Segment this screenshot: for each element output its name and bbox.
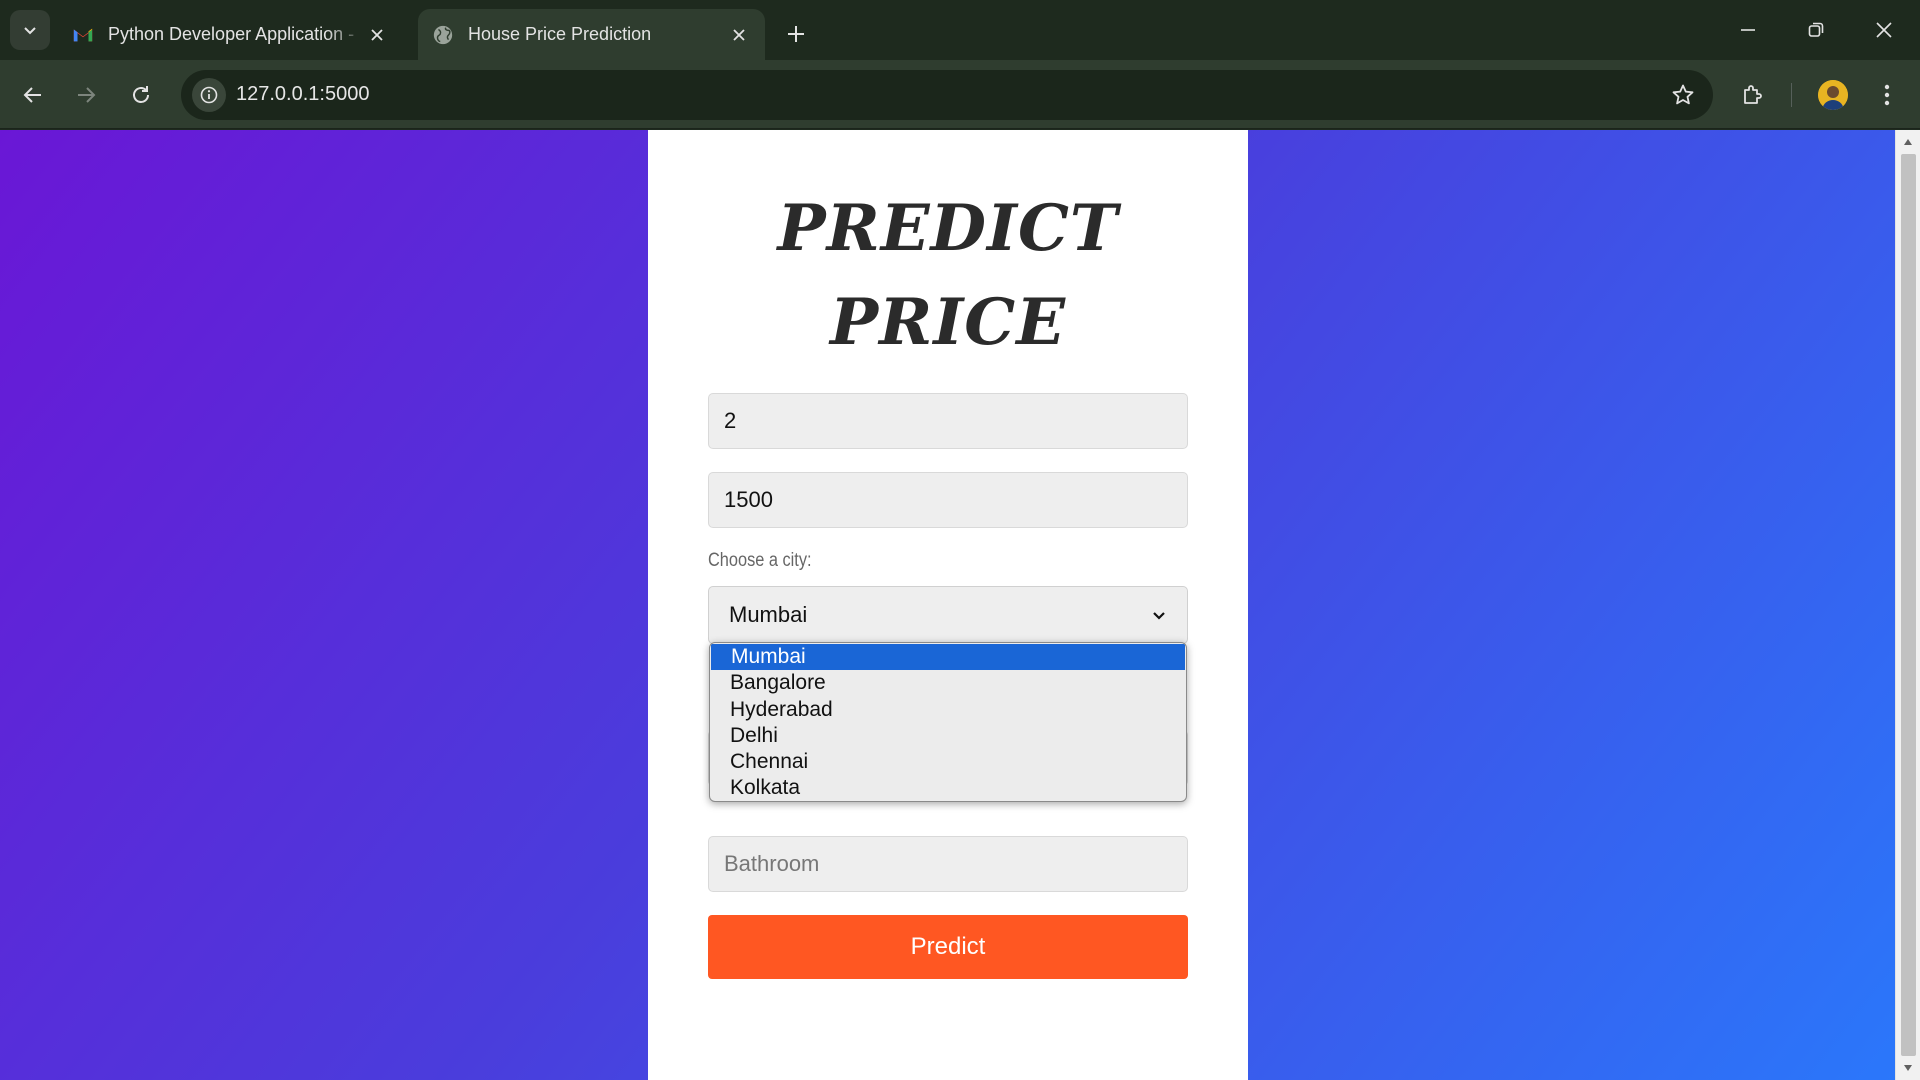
globe-icon — [433, 25, 453, 44]
forward-arrow-icon — [78, 87, 96, 103]
city-select-value: Mumbai — [729, 602, 808, 627]
new-tab-button[interactable] — [780, 18, 812, 50]
page-scrollbar[interactable] — [1895, 130, 1920, 1080]
minimize-icon — [1741, 29, 1755, 31]
city-option-bangalore[interactable]: Bangalore — [710, 670, 1186, 696]
address-bar[interactable]: 127.0.0.1:5000 — [181, 70, 1713, 120]
bhk-input[interactable]: 2 — [708, 393, 1188, 449]
reload-button[interactable] — [121, 75, 161, 115]
page-viewport: PREDICT PRICE 2 1500 Choose a city: Mumb… — [0, 130, 1920, 1080]
puzzle-icon — [1744, 85, 1762, 104]
forward-button[interactable] — [66, 75, 106, 115]
plus-icon — [788, 26, 804, 42]
bookmark-star-icon[interactable] — [1669, 81, 1697, 109]
reload-icon — [133, 86, 149, 103]
city-option-chennai[interactable]: Chennai — [710, 749, 1186, 775]
scroll-up-icon[interactable] — [1902, 136, 1914, 148]
city-option-kolkata[interactable]: Kolkata — [710, 775, 1186, 801]
tab-house-price[interactable]: House Price Prediction — [418, 9, 765, 60]
scroll-down-icon[interactable] — [1902, 1062, 1914, 1074]
minimize-button[interactable] — [1714, 0, 1782, 60]
restore-button[interactable] — [1782, 0, 1850, 60]
site-info-icon[interactable] — [192, 78, 226, 112]
profile-avatar[interactable] — [1818, 80, 1848, 110]
sqft-input[interactable]: 1500 — [708, 472, 1188, 528]
chevron-down-icon — [24, 27, 36, 35]
tab-title: House Price Prediction — [468, 24, 652, 44]
city-option-mumbai[interactable]: Mumbai — [711, 644, 1185, 671]
prediction-form-card: PREDICT PRICE 2 1500 Choose a city: Mumb… — [648, 130, 1248, 1080]
tab-title: Python Developer Application - — [108, 24, 355, 44]
browser-menu-button[interactable] — [1867, 75, 1907, 115]
close-window-button[interactable] — [1850, 0, 1918, 60]
restore-icon — [1808, 22, 1824, 37]
bathroom-input[interactable]: Bathroom — [708, 836, 1188, 892]
close-tab-icon[interactable] — [365, 23, 389, 47]
scrollbar-thumb[interactable] — [1901, 154, 1916, 1056]
chevron-down-icon — [1153, 612, 1165, 620]
kebab-menu-icon — [1884, 84, 1890, 106]
tab-gmail[interactable]: Python Developer Application - — [58, 9, 403, 60]
city-option-hyderabad[interactable]: Hyderabad — [710, 697, 1186, 723]
extensions-button[interactable] — [1733, 75, 1773, 115]
toolbar-separator — [1791, 83, 1792, 107]
city-option-delhi[interactable]: Delhi — [710, 723, 1186, 749]
browser-toolbar: 127.0.0.1:5000 — [0, 60, 1920, 129]
city-select[interactable]: Mumbai — [708, 586, 1188, 644]
tab-strip: Python Developer Application - House Pri… — [0, 0, 1920, 60]
close-icon — [1876, 22, 1892, 38]
back-arrow-icon — [23, 87, 41, 103]
city-dropdown-list: Mumbai Bangalore Hyderabad Delhi Chennai… — [709, 642, 1187, 802]
back-button[interactable] — [13, 75, 53, 115]
tab-search-button[interactable] — [10, 10, 50, 50]
gmail-icon — [73, 28, 93, 41]
city-label: Choose a city: — [708, 550, 812, 571]
close-tab-icon[interactable] — [727, 23, 751, 47]
page-title: PREDICT PRICE — [777, 191, 1119, 360]
url-text: 127.0.0.1:5000 — [236, 83, 370, 105]
predict-button[interactable]: Predict — [708, 915, 1188, 979]
